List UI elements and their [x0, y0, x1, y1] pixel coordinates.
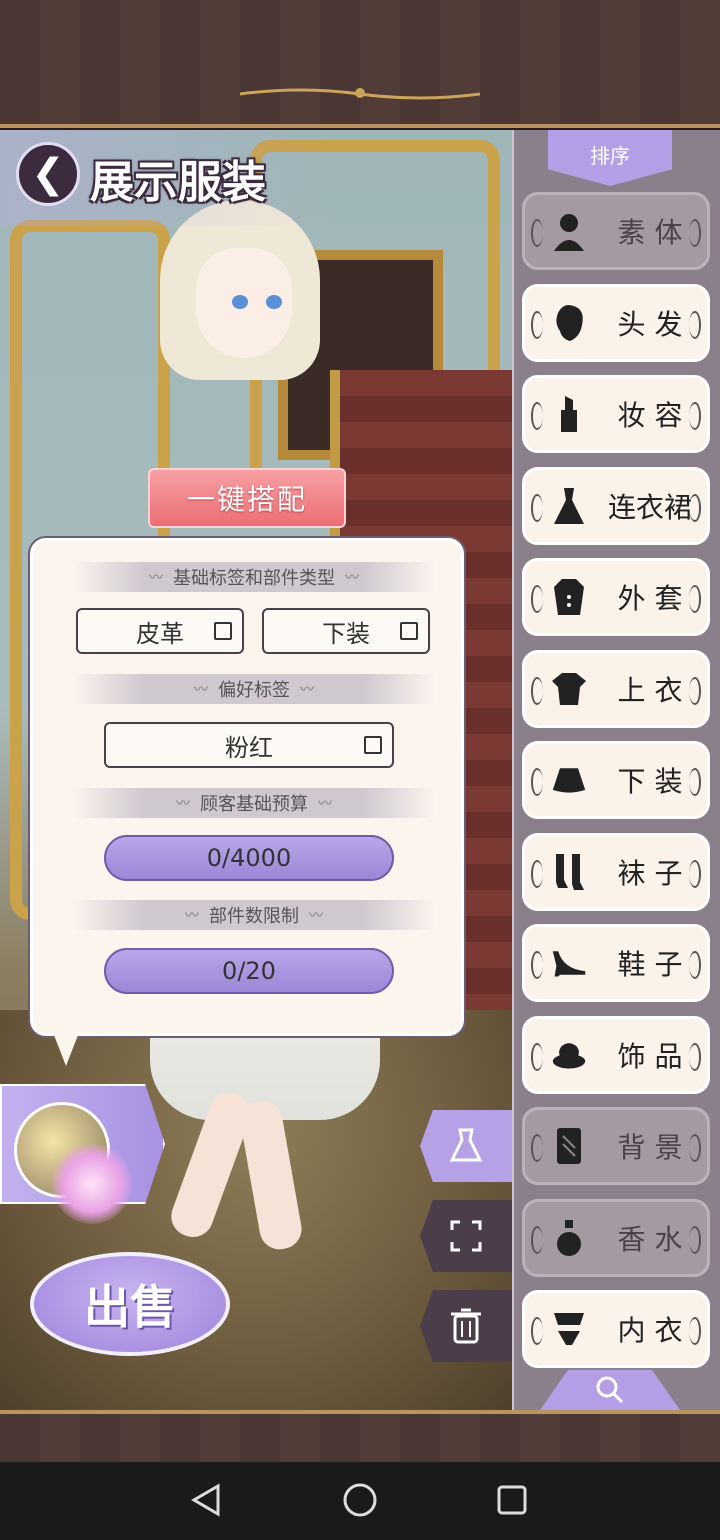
dress-icon [551, 486, 587, 526]
tag-label: 皮革 [136, 619, 184, 648]
category-label: 背 景 [617, 1131, 683, 1164]
parts-limit-title: 部件数限制 [209, 906, 299, 927]
category-button-background[interactable]: 背 景 [522, 1107, 710, 1185]
category-label: 内 衣 [617, 1314, 683, 1347]
skirt-icon [551, 760, 587, 800]
basic-tags-header: 〰 基础标签和部件类型 〰 [72, 562, 436, 592]
sell-button[interactable]: 出售 [30, 1252, 230, 1356]
back-button[interactable]: ❮ [16, 142, 80, 206]
category-button-perfume[interactable]: 香 水 [522, 1198, 710, 1277]
category-label: 外 套 [617, 582, 683, 615]
bottom-decorative-band [0, 1410, 720, 1462]
dress-outline-icon [449, 1128, 483, 1162]
background-icon [551, 1126, 587, 1166]
flourish-icon: 〰 [176, 796, 190, 812]
top-icon [551, 669, 587, 709]
rose-icon [52, 1144, 132, 1224]
checkbox-icon [400, 622, 418, 640]
tag-box-leather: 皮革 [76, 608, 244, 654]
category-label: 饰 品 [617, 1039, 683, 1073]
perfume-icon [551, 1218, 587, 1258]
nav-recents-icon [497, 1485, 527, 1515]
preference-header: 〰 偏好标签 〰 [72, 674, 436, 704]
tag-label: 粉红 [225, 733, 273, 762]
category-label: 头 发 [617, 307, 683, 341]
page-title: 展示服装 [90, 157, 266, 208]
top-decorative-band [0, 0, 720, 128]
flourish-icon: 〰 [185, 908, 199, 924]
category-button-top[interactable]: 上 衣 [522, 649, 710, 728]
category-button-coat[interactable]: 外 套 [522, 558, 710, 636]
category-label: 素 体 [617, 216, 683, 249]
budget-value: 0/4000 [104, 835, 394, 881]
shoe-icon [551, 943, 587, 983]
category-button-dress[interactable]: 连衣裙 [522, 466, 710, 545]
category-button-skirt[interactable]: 下 装 [522, 741, 710, 819]
body-silhouette-icon [551, 211, 587, 251]
parts-limit-header: 〰 部件数限制 〰 [72, 900, 436, 930]
tag-box-bottoms: 下装 [262, 608, 430, 654]
category-label: 袜 子 [617, 856, 683, 890]
hat-icon [551, 1035, 587, 1075]
ornament-icon [240, 88, 480, 100]
category-button-lipstick[interactable]: 妆 容 [522, 375, 710, 453]
flourish-icon: 〰 [194, 682, 208, 698]
flourish-icon: 〰 [300, 682, 314, 698]
nav-home-button[interactable] [338, 1478, 382, 1522]
expand-icon [450, 1220, 482, 1252]
socks-icon [551, 852, 587, 892]
category-button-socks[interactable]: 袜 子 [522, 832, 710, 911]
category-button-hat[interactable]: 饰 品 [522, 1015, 710, 1094]
preference-title: 偏好标签 [218, 680, 290, 701]
one-key-match-button[interactable]: 一键搭配 [148, 468, 346, 528]
nav-recents-button[interactable] [490, 1478, 534, 1522]
nav-back-icon [191, 1483, 220, 1517]
trash-icon [451, 1308, 481, 1344]
flourish-icon: 〰 [345, 570, 359, 586]
character-eye-left [232, 295, 248, 309]
lingerie-icon [551, 1309, 587, 1349]
budget-title: 顾客基础预算 [200, 794, 308, 815]
sort-label: 排序 [590, 144, 630, 168]
category-button-lingerie[interactable]: 内 衣 [522, 1290, 710, 1368]
category-button-shoe[interactable]: 鞋 子 [522, 924, 710, 1002]
flourish-icon: 〰 [149, 570, 163, 586]
checkbox-icon [214, 622, 232, 640]
flourish-icon: 〰 [309, 908, 323, 924]
parts-limit-value: 0/20 [104, 948, 394, 994]
category-label: 妆 容 [617, 399, 683, 432]
category-label: 香 水 [617, 1222, 683, 1256]
outfit-tab[interactable] [420, 1110, 512, 1182]
hair-icon [551, 303, 587, 343]
panel-pointer [52, 1030, 80, 1066]
coat-icon [551, 577, 587, 617]
basic-tags-title: 基础标签和部件类型 [173, 568, 335, 589]
nav-home-icon [343, 1483, 377, 1517]
lipstick-icon [551, 394, 587, 434]
checkbox-icon [364, 736, 382, 754]
category-button-body-silhouette[interactable]: 素 体 [522, 192, 710, 270]
category-label: 鞋 子 [617, 948, 683, 981]
tag-box-pink: 粉红 [104, 722, 394, 768]
search-icon [596, 1376, 624, 1404]
category-label: 连衣裙 [607, 490, 692, 524]
nav-back-button[interactable] [184, 1478, 228, 1522]
category-label: 上 衣 [617, 673, 683, 707]
tag-label: 下装 [322, 619, 370, 648]
category-label: 下 装 [617, 765, 683, 798]
clear-outfit-tab[interactable] [420, 1290, 512, 1362]
category-button-hair[interactable]: 头 发 [522, 283, 710, 362]
character-eye-right [266, 295, 282, 309]
flourish-icon: 〰 [318, 796, 332, 812]
fullscreen-tab[interactable] [420, 1200, 512, 1272]
budget-header: 〰 顾客基础预算 〰 [72, 788, 436, 818]
